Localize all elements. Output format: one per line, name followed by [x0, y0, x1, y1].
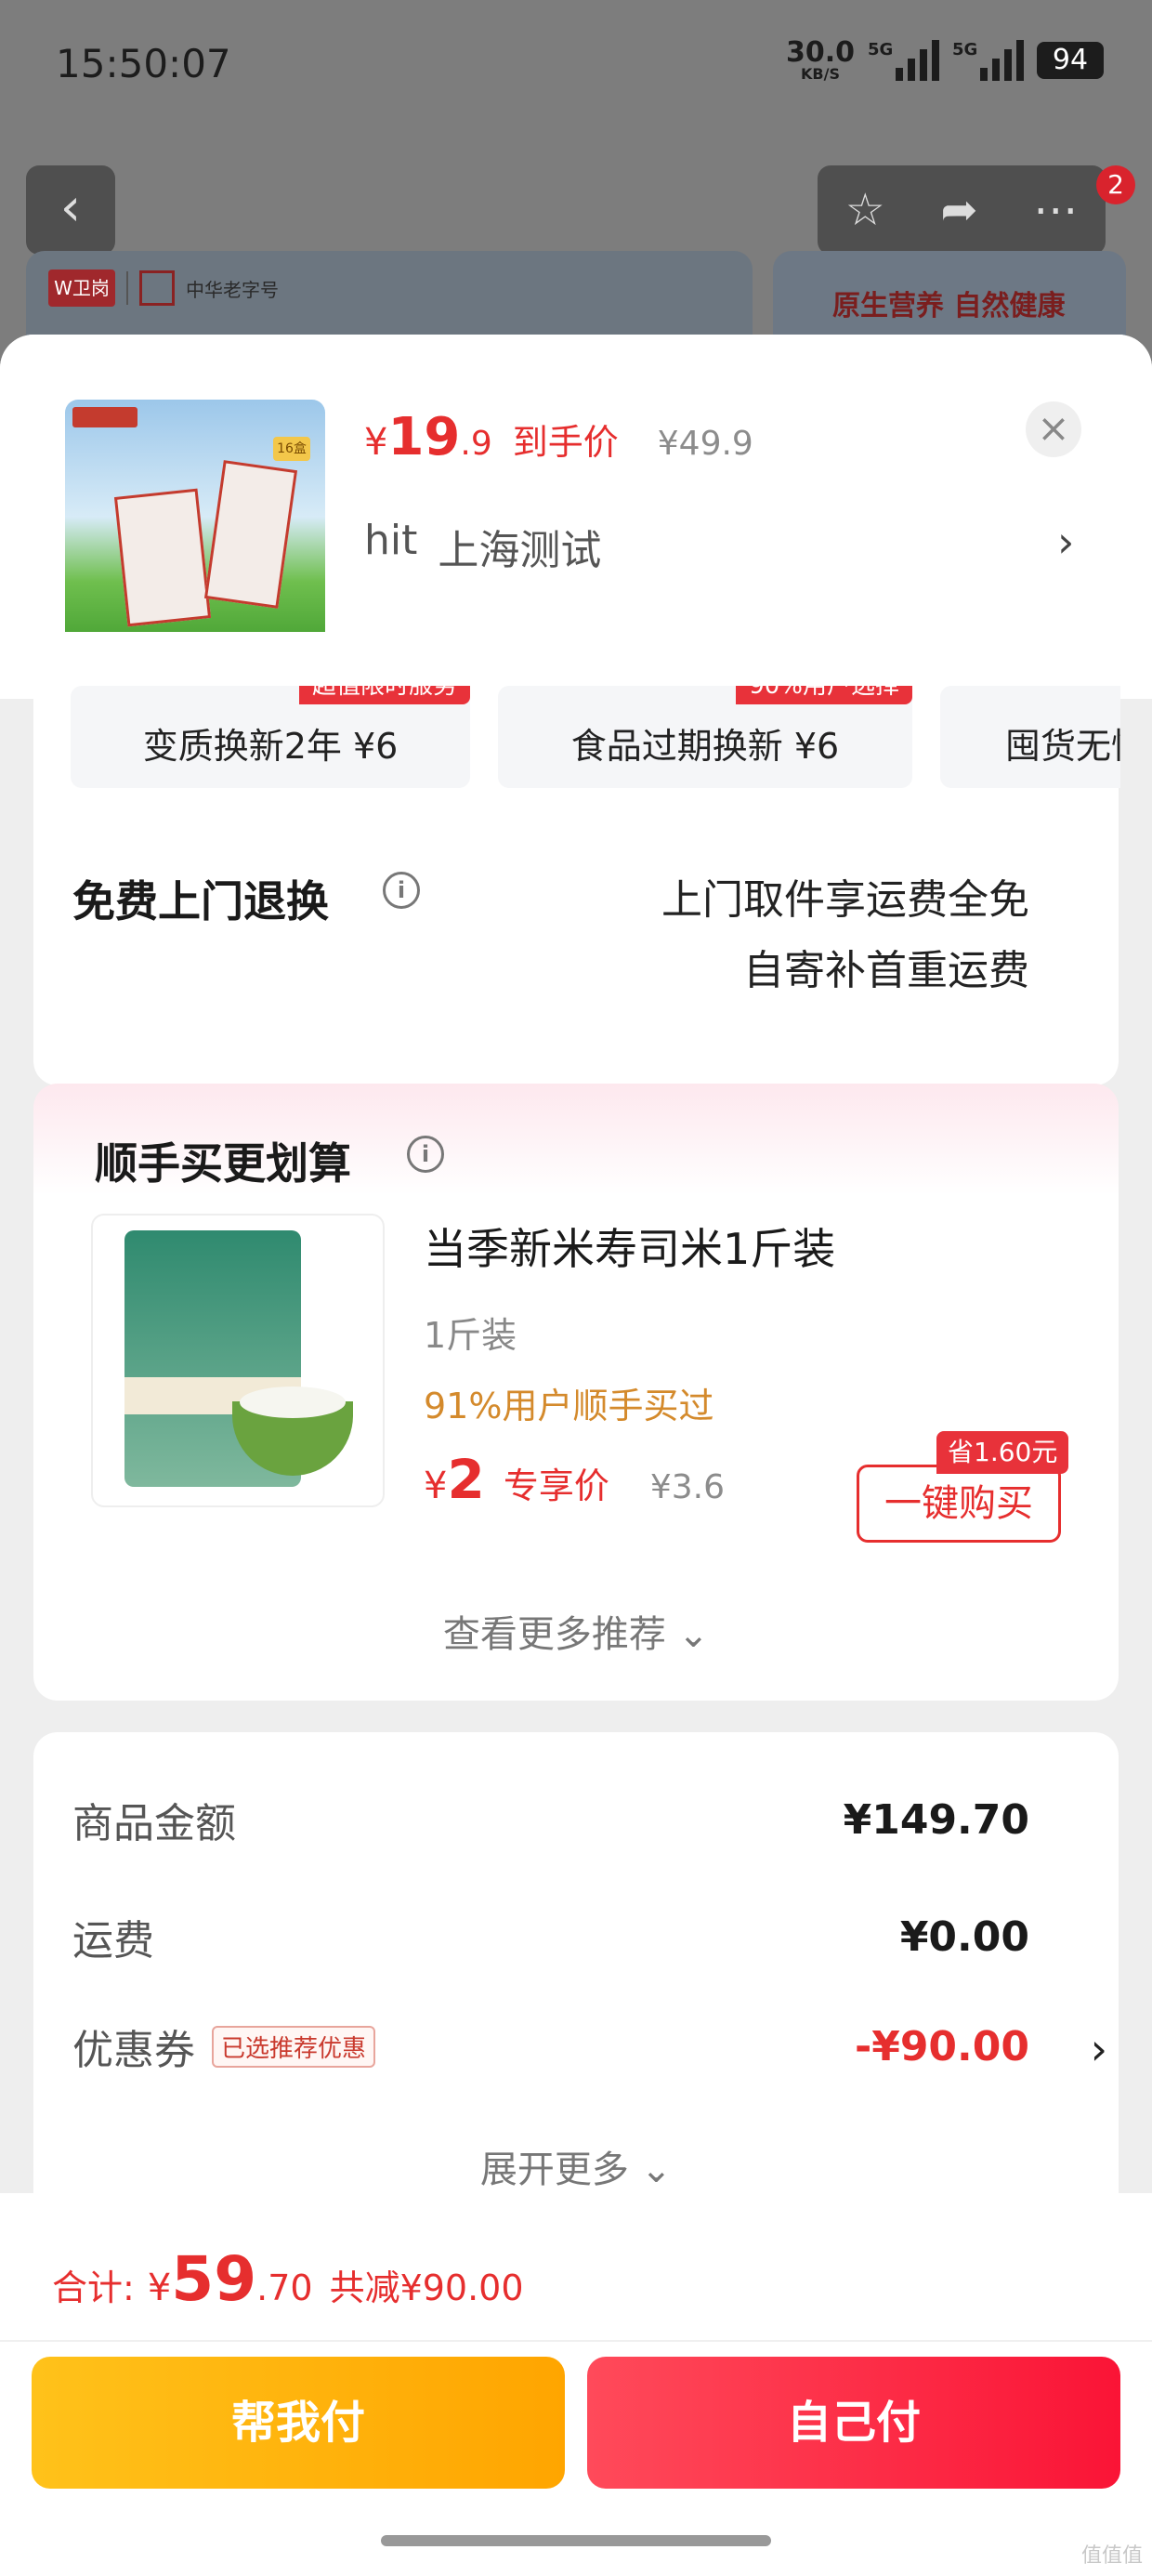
signal-icon: 5G: [868, 40, 939, 81]
info-icon[interactable]: i: [383, 872, 420, 909]
coupon-row[interactable]: 优惠券 已选推荐优惠 -¥90.00: [72, 2017, 1029, 2076]
network-speed-unit: KB/S: [801, 65, 840, 83]
original-price: ¥49.9: [657, 425, 753, 463]
rec-price-label: 专享价: [503, 1465, 609, 1506]
nav-action-group: ☆ ➦ ⋯: [818, 165, 1106, 255]
network-speed-value: 30.0: [785, 36, 855, 69]
brand-divider: [126, 271, 128, 305]
free-return-title: 免费上门退换: [72, 876, 329, 927]
sku-name: hit: [364, 517, 418, 564]
milk-carton-image: [113, 488, 212, 627]
chevron-right-icon[interactable]: ›: [1091, 2024, 1107, 2074]
shipping-row: 运费 ¥0.00: [72, 1907, 1029, 1966]
home-indicator[interactable]: [381, 2535, 771, 2546]
price-label: 到手价: [512, 422, 619, 463]
shipping-label: 运费: [72, 1917, 154, 1965]
goods-amount-value: ¥149.70: [843, 1795, 1029, 1844]
divider: [0, 2340, 1152, 2342]
watermark: 值值值: [1080, 2544, 1143, 2568]
brand-row: W卫岗 中华老字号: [48, 269, 279, 307]
service-chip[interactable]: 囤货无忧: [940, 686, 1120, 788]
recommendation-title: 顺手买更划算: [95, 1138, 351, 1189]
total-line: 合计: ¥ 59 .70 共减¥90.00: [52, 2243, 524, 2315]
total-label: 合计:: [52, 2267, 135, 2308]
status-bar: 15:50:07 30.0 KB/S 5G 5G 94: [0, 0, 1152, 130]
total-symbol: ¥: [147, 2267, 172, 2309]
background-page: 15:50:07 30.0 KB/S 5G 5G 94 ‹ ☆ ➦ ⋯ 2 W卫…: [0, 0, 1152, 390]
status-indicators: 30.0 KB/S 5G 5G 94: [786, 39, 1104, 82]
service-label: 食品过期换新 ¥6: [570, 726, 840, 767]
banner-slogan: 原生营养 自然健康: [832, 290, 1066, 322]
product-thumbnail[interactable]: 16盒: [65, 400, 325, 660]
checkout-bar: 合计: ¥ 59 .70 共减¥90.00 帮我付 自己付 值值值: [0, 2193, 1152, 2576]
network-speed: 30.0 KB/S: [786, 39, 855, 82]
service-chip[interactable]: 超值限时服务 变质换新2年 ¥6: [71, 686, 470, 788]
brand-logo: W卫岗: [48, 269, 115, 307]
service-options: 超值限时服务 变质换新2年 ¥6 90%用户选择 食品过期换新 ¥6 囤货无忧: [71, 686, 1120, 807]
rec-price-symbol: ¥: [424, 1465, 448, 1507]
share-icon[interactable]: ➦: [940, 184, 977, 236]
milk-carton-image-2: [203, 460, 298, 609]
shipping-value: ¥0.00: [899, 1912, 1029, 1961]
brand-name: 中华老字号: [186, 278, 279, 301]
rec-item-price: ¥ 2 专享价 ¥3.6: [424, 1448, 725, 1511]
status-time: 15:50:07: [56, 41, 231, 86]
pay-myself-button[interactable]: 自己付: [587, 2357, 1120, 2489]
coupon-label-group: 优惠券 已选推荐优惠: [72, 2017, 376, 2076]
close-button[interactable]: ×: [1026, 401, 1081, 457]
rice-product-image[interactable]: [91, 1214, 385, 1507]
rec-item-name[interactable]: 当季新米寿司米1斤装: [424, 1216, 835, 1277]
sim1-label: 5G: [868, 40, 894, 59]
service-tag: 超值限时服务: [298, 686, 470, 704]
sku-selector[interactable]: hit 上海测试: [364, 517, 601, 576]
services-card: 超值限时服务 变质换新2年 ¥6 90%用户选择 食品过期换新 ¥6 囤货无忧 …: [33, 632, 1120, 1085]
one-click-buy-button[interactable]: 一键购买: [857, 1465, 1061, 1543]
checkout-sheet: 16盒 ¥ 19 .9 到手价 ¥49.9 hit 上海测试 › × 超值限时服…: [0, 335, 1152, 2576]
price-symbol: ¥: [364, 421, 388, 464]
cart-badge: 2: [1096, 165, 1135, 204]
product-price: ¥ 19 .9 到手价 ¥49.9: [364, 407, 753, 467]
rec-item-spec: 1斤装: [424, 1315, 517, 1356]
sim2-label: 5G: [952, 40, 978, 59]
thumb-brand-label: [72, 407, 137, 427]
service-label: 囤货无忧: [1005, 726, 1120, 767]
sku-detail: 上海测试: [438, 527, 602, 574]
service-label: 变质换新2年 ¥6: [142, 726, 399, 767]
coupon-value: -¥90.00: [854, 2022, 1029, 2070]
thumb-badge: 16盒: [273, 437, 310, 461]
signal-icon-2: 5G: [952, 40, 1024, 81]
expand-more-link[interactable]: 展开更多 ⌄: [33, 2139, 1119, 2193]
coupon-tag: 已选推荐优惠: [212, 2025, 376, 2068]
free-return-line1: 上门取件享运费全免: [661, 876, 1029, 924]
back-button[interactable]: ‹: [26, 165, 115, 255]
rec-item-bought: 91%用户顺手买过: [424, 1386, 714, 1426]
info-icon[interactable]: i: [407, 1136, 444, 1173]
favorite-star-icon[interactable]: ☆: [845, 184, 885, 236]
service-tag: 90%用户选择: [736, 686, 912, 704]
rec-original-price: ¥3.6: [649, 1468, 725, 1506]
price-decimal: .9: [460, 425, 492, 463]
coupon-label: 优惠券: [72, 2027, 195, 2074]
rice-image: [240, 1387, 346, 1418]
total-integer: 59: [171, 2243, 257, 2315]
price-integer: 19: [387, 407, 461, 467]
goods-amount-label: 商品金额: [72, 1800, 236, 1847]
rec-price-integer: 2: [447, 1448, 485, 1511]
more-recommendations-link[interactable]: 查看更多推荐 ⌄: [33, 1604, 1119, 1658]
goods-amount-row: 商品金额 ¥149.70: [72, 1790, 1029, 1849]
free-return-line2: 自寄补首重运费: [743, 947, 1029, 994]
chevron-right-icon[interactable]: ›: [1057, 517, 1074, 567]
help-me-pay-button[interactable]: 帮我付: [32, 2357, 565, 2489]
savings-badge: 省1.60元: [936, 1431, 1069, 1474]
total-decimal: .70: [256, 2267, 313, 2308]
more-icon[interactable]: ⋯: [1033, 184, 1078, 236]
time-honored-brand-icon: [139, 270, 175, 306]
battery-icon: 94: [1037, 42, 1104, 79]
total-saved: 共减¥90.00: [329, 2267, 524, 2308]
recommendation-card: 顺手买更划算 i 当季新米寿司米1斤装 1斤装 91%用户顺手买过 ¥ 2 专享…: [33, 1084, 1119, 1701]
service-chip[interactable]: 90%用户选择 食品过期换新 ¥6: [498, 686, 912, 788]
